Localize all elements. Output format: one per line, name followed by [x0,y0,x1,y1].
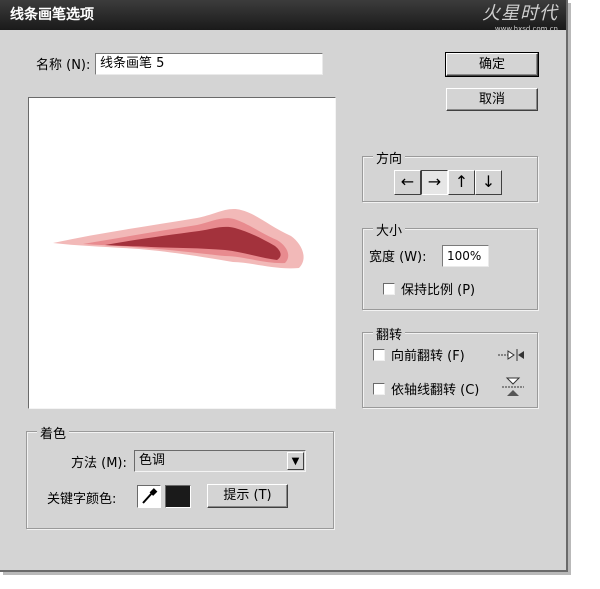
width-input[interactable]: 100% [442,245,489,267]
direction-left-button[interactable]: ← [394,170,421,195]
method-selected-value: 色调 [139,453,166,468]
direction-up-button[interactable]: ↑ [448,170,475,195]
flip-along-checkbox[interactable] [373,349,385,361]
flip-group: 翻转 向前翻转 (F) 依轴线翻转 (C) [362,324,538,408]
key-color-label: 关键字颜色: [47,492,117,507]
brush-stroke-preview [53,208,304,269]
brush-preview [28,97,336,409]
ok-button[interactable]: 确定 [445,52,539,77]
width-label: 宽度 (W): [369,250,427,265]
colorization-group: 着色 方法 (M): 色调 ▼ 关键字颜色: 提示 (T) [26,423,334,529]
flip-across-label: 依轴线翻转 (C) [391,383,480,398]
flip-along-label: 向前翻转 (F) [391,349,465,364]
line-brush-options-dialog: 线条画笔选项 火星时代 www.hxsd.com.cn 名称 (N): 线条画笔… [0,0,568,572]
eyedropper-button[interactable] [137,485,161,508]
direction-title: 方向 [373,148,406,167]
chevron-down-icon[interactable]: ▼ [287,452,304,470]
flip-across-icon [502,377,524,396]
direction-buttons: ← → ↑ ↓ [394,170,504,195]
name-label: 名称 (N): [36,58,91,73]
arrow-up-icon: ↑ [454,172,469,191]
method-select[interactable]: 色调 ▼ [134,450,306,472]
arrow-left-icon: ← [400,172,415,191]
keep-ratio-checkbox[interactable] [383,283,395,295]
key-color-swatch[interactable] [165,485,191,508]
arrow-down-icon: ↓ [481,172,496,191]
keep-ratio-label: 保持比例 (P) [401,283,476,298]
flip-along-icon [498,349,524,361]
watermark-logo: 火星时代 www.hxsd.com.cn [482,3,558,33]
method-label: 方法 (M): [71,456,127,471]
size-title: 大小 [373,220,406,239]
eyedropper-icon [142,488,158,504]
size-group: 大小 宽度 (W): 100% 保持比例 (P) [362,220,538,310]
name-input[interactable]: 线条画笔 5 [95,53,323,75]
tips-button[interactable]: 提示 (T) [207,484,288,508]
flip-across-checkbox[interactable] [373,383,385,395]
flip-title: 翻转 [373,324,406,343]
direction-right-button[interactable]: → [421,170,448,195]
cancel-button[interactable]: 取消 [446,88,538,111]
arrow-right-icon: → [427,172,442,191]
dialog-title: 线条画笔选项 [10,7,94,23]
colorization-title: 着色 [37,423,70,442]
direction-down-button[interactable]: ↓ [475,170,502,195]
direction-group: 方向 ← → ↑ ↓ [362,148,538,202]
